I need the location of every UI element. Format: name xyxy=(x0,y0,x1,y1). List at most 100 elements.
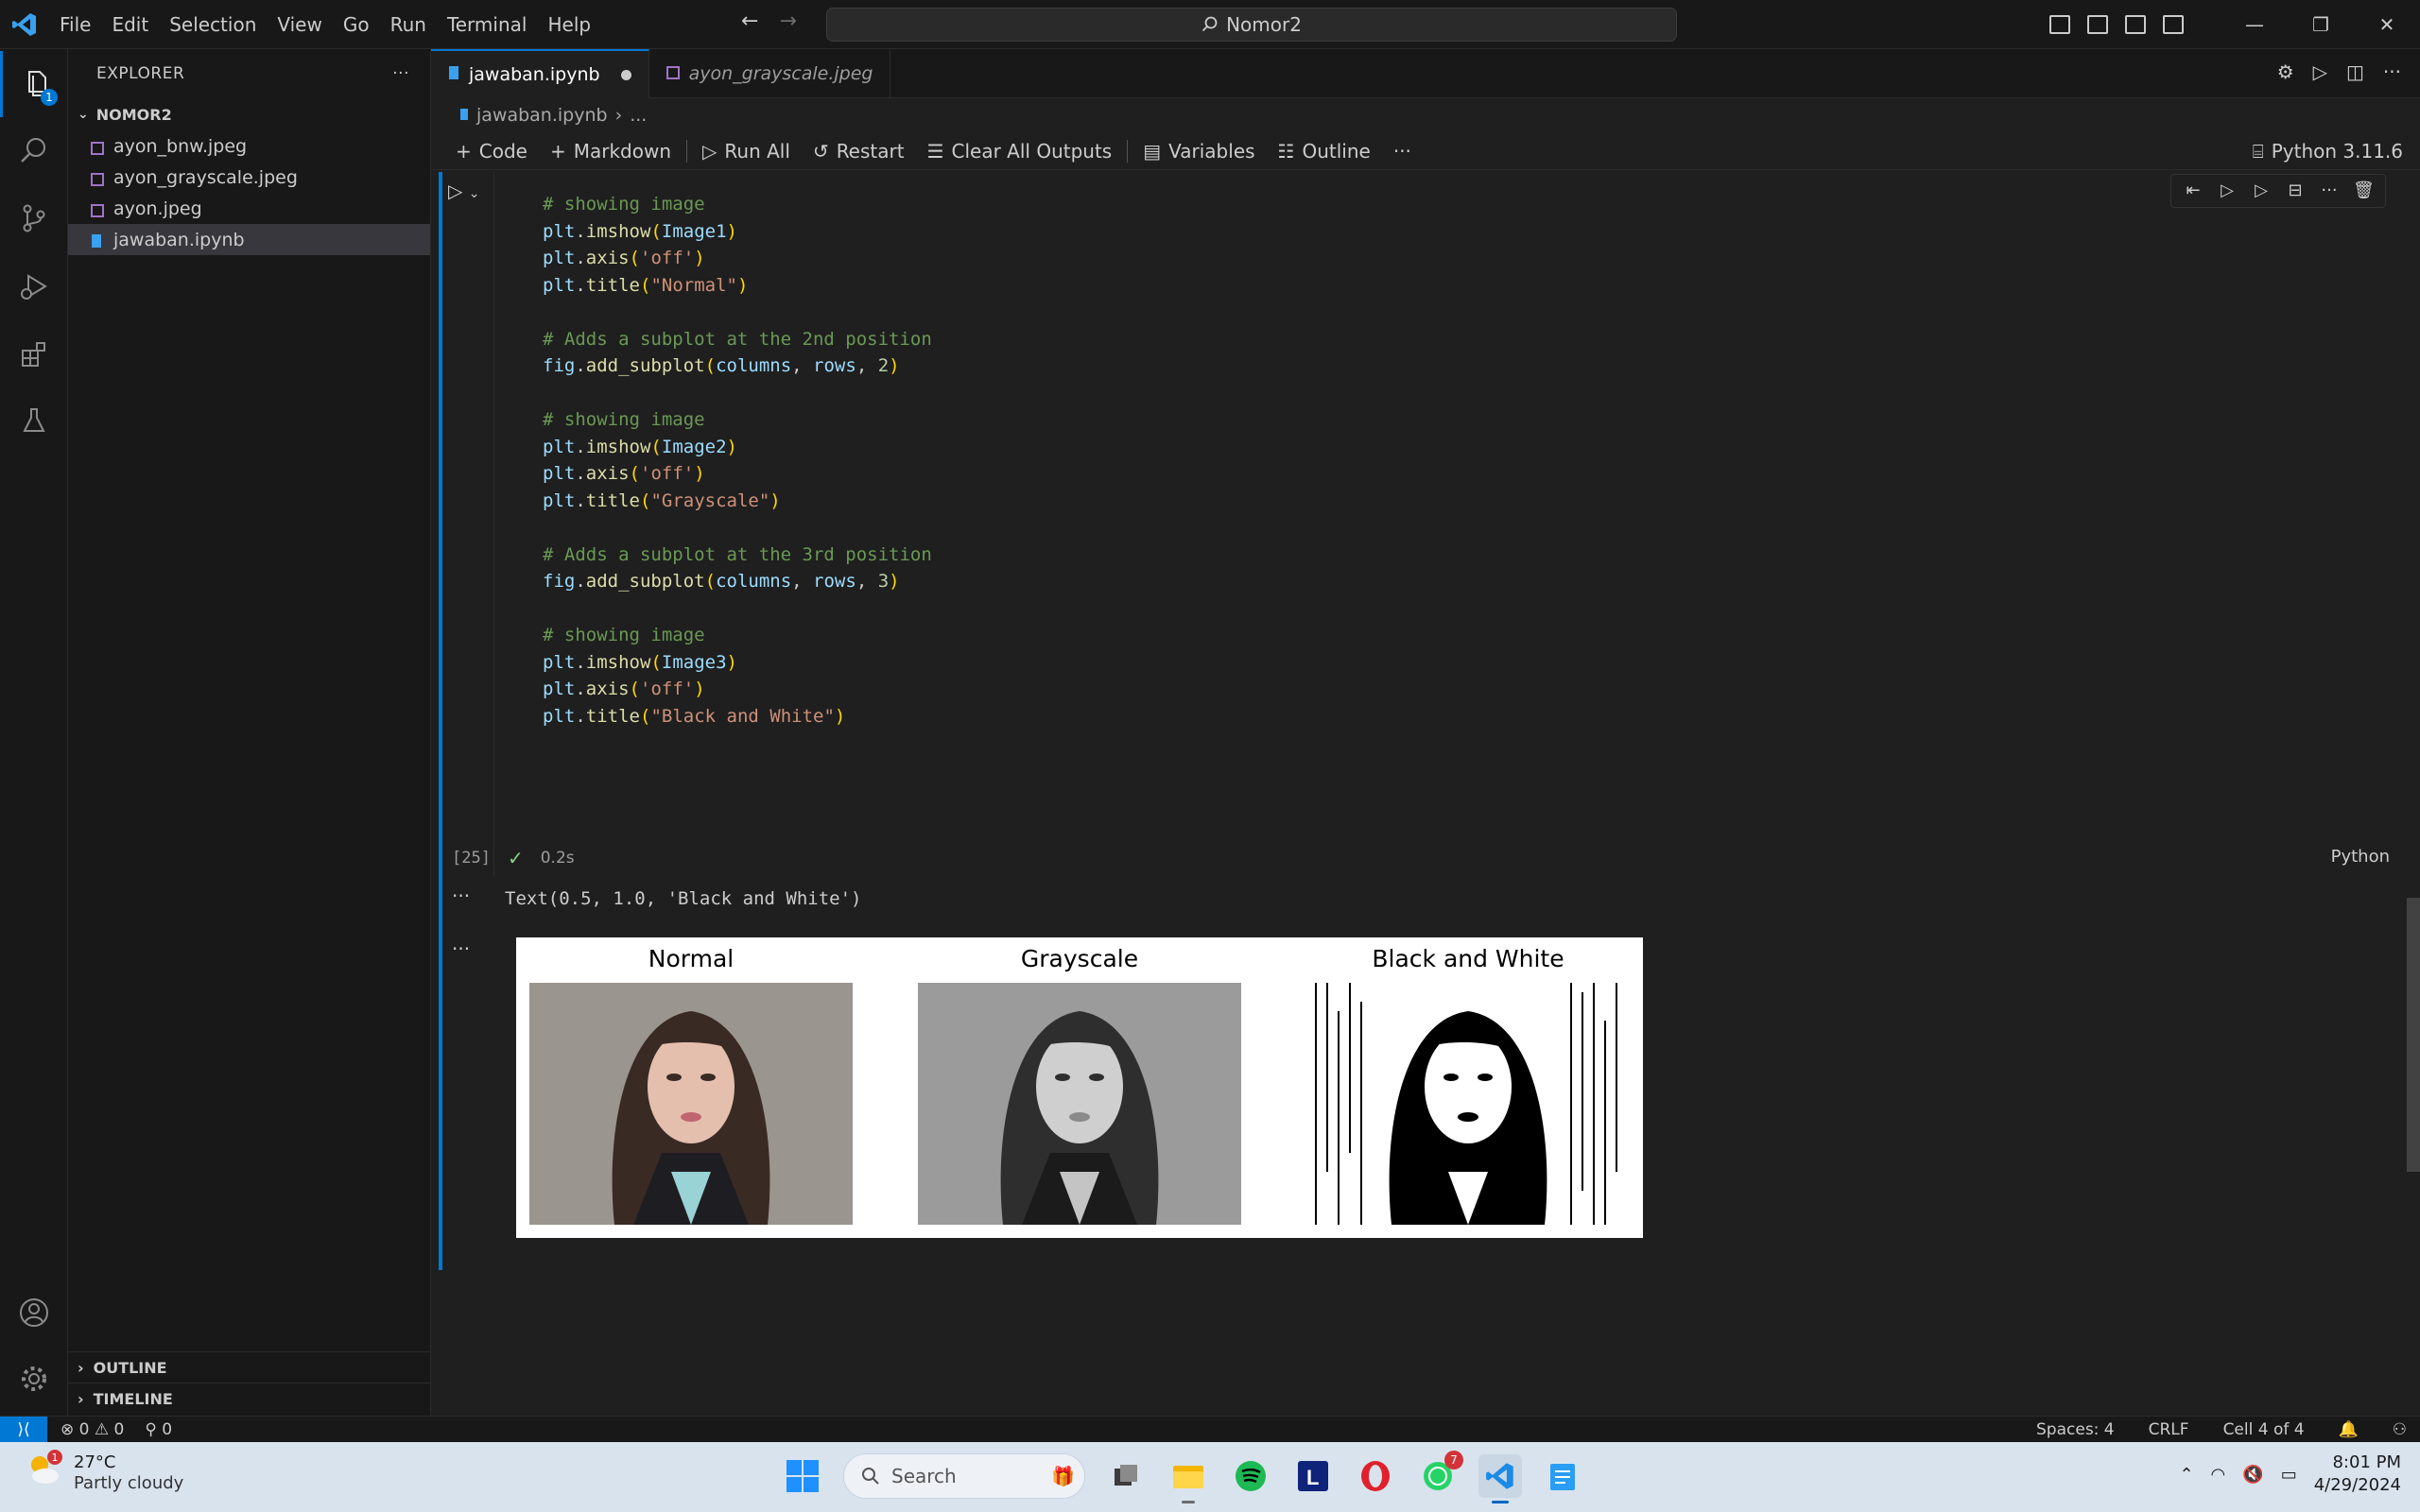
menu-file[interactable]: File xyxy=(49,13,101,36)
menu-help[interactable]: Help xyxy=(537,13,601,36)
whatsapp-icon[interactable]: 7 xyxy=(1416,1451,1463,1498)
add-markdown-button[interactable]: + Markdown xyxy=(539,140,683,163)
delete-cell-icon[interactable]: 🗑 xyxy=(2353,180,2375,201)
kernel-picker[interactable]: ⌸ Python 3.11.6 xyxy=(2253,140,2403,163)
customize-layout-icon[interactable] xyxy=(2163,15,2184,34)
restore-button[interactable]: ❐ xyxy=(2288,13,2354,36)
run-below-icon[interactable]: ▷ xyxy=(2217,180,2238,201)
split-cell-icon[interactable]: ⊟ xyxy=(2285,180,2306,201)
variables-button[interactable]: ▤ Variables xyxy=(1132,140,1266,163)
testing-flask-icon[interactable] xyxy=(0,387,68,454)
extensions-icon[interactable] xyxy=(0,321,68,387)
manage-gear-icon[interactable] xyxy=(0,1346,68,1412)
outline-button[interactable]: ☷ Outline xyxy=(1267,140,1382,163)
opera-icon[interactable] xyxy=(1354,1454,1397,1498)
output-actions-icon[interactable]: ··· xyxy=(452,937,470,960)
command-center[interactable]: Nomor2 xyxy=(826,8,1677,42)
indentation-status[interactable]: Spaces: 4 xyxy=(2036,1420,2115,1439)
wifi-icon[interactable]: ◠ xyxy=(2211,1465,2226,1485)
eol-status[interactable]: CRLF xyxy=(2149,1420,2189,1439)
menu-edit[interactable]: Edit xyxy=(101,13,159,36)
toggle-secondary-sidebar-icon[interactable] xyxy=(2125,15,2146,34)
menu-view[interactable]: View xyxy=(267,13,332,36)
file-item-ayon-grayscale[interactable]: ayon_grayscale.jpeg xyxy=(68,162,430,193)
toggle-panel-icon[interactable] xyxy=(2087,15,2108,34)
weather-widget[interactable]: 1 27°C Partly cloudy xyxy=(25,1450,184,1494)
unsaved-dot-icon[interactable] xyxy=(620,69,631,80)
gear-icon[interactable]: ⚙ xyxy=(2277,60,2294,83)
tab-ayon-grayscale[interactable]: ayon_grayscale.jpeg xyxy=(649,49,891,98)
source-control-icon[interactable] xyxy=(0,185,68,251)
timeline-section[interactable]: › TIMELINE xyxy=(68,1383,431,1414)
ports-indicator[interactable]: ⚲ 0 xyxy=(145,1420,172,1439)
breadcrumb-rest[interactable]: ... xyxy=(630,105,647,126)
output-actions-icon[interactable]: ··· xyxy=(452,885,470,907)
add-code-button[interactable]: + Code xyxy=(444,140,539,163)
file-item-ayon-bnw[interactable]: ayon_bnw.jpeg xyxy=(68,130,430,162)
menu-run[interactable]: Run xyxy=(380,13,437,36)
explorer-title: EXPLORER xyxy=(96,64,185,83)
split-editor-icon[interactable]: ◫ xyxy=(2346,60,2364,83)
status-bar: ⟩⟨ ⊗ 0 ⚠ 0 ⚲ 0 Spaces: 4 CRLF Cell 4 of … xyxy=(0,1416,2420,1443)
file-explorer-icon[interactable] xyxy=(1167,1454,1210,1503)
folder-nomor2[interactable]: ⌄ NOMOR2 xyxy=(68,98,430,130)
clock[interactable]: 8:01 PM 4/29/2024 xyxy=(2314,1452,2401,1497)
cell-position-status[interactable]: Cell 4 of 4 xyxy=(2223,1420,2305,1439)
cell-language[interactable]: Python xyxy=(2331,847,2390,867)
problems-indicator[interactable]: ⊗ 0 ⚠ 0 xyxy=(60,1420,124,1439)
notepad-icon[interactable] xyxy=(1541,1454,1584,1498)
command-center-label: Nomor2 xyxy=(1226,13,1302,36)
task-view-icon[interactable] xyxy=(1104,1454,1148,1498)
back-arrow-icon[interactable]: ← xyxy=(741,9,758,33)
restart-icon: ↺ xyxy=(812,139,829,163)
accounts-icon[interactable] xyxy=(0,1280,68,1346)
toggle-primary-sidebar-icon[interactable] xyxy=(2049,15,2070,34)
black-white-image xyxy=(1306,983,1630,1225)
l-app-icon[interactable]: L xyxy=(1291,1454,1335,1498)
file-item-jawaban[interactable]: jawaban.ipynb xyxy=(68,224,430,255)
chevron-right-icon: › xyxy=(78,1389,84,1408)
run-icon[interactable]: ▷ xyxy=(2313,60,2327,83)
windows-start-icon[interactable] xyxy=(781,1454,824,1498)
remote-indicator-icon[interactable]: ⟩⟨ xyxy=(0,1416,47,1443)
execute-cell-icon[interactable]: ▷ ⌄ xyxy=(448,180,479,202)
more-toolbar-icon[interactable]: ··· xyxy=(1382,140,1423,163)
menu-selection[interactable]: Selection xyxy=(159,13,267,36)
restart-button[interactable]: ↺ Restart xyxy=(802,140,916,163)
add-code-label: Code xyxy=(478,139,527,163)
run-debug-icon[interactable] xyxy=(0,253,68,319)
list-icon: ☷ xyxy=(1277,139,1295,163)
more-actions-icon[interactable]: ··· xyxy=(2319,180,2340,201)
menu-terminal[interactable]: Terminal xyxy=(437,13,538,36)
execute-next-icon[interactable]: ▷ xyxy=(2251,180,2272,201)
more-actions-icon[interactable]: ··· xyxy=(2383,60,2401,83)
weather-condition: Partly cloudy xyxy=(74,1472,184,1493)
menu-go[interactable]: Go xyxy=(333,13,380,36)
bell-icon[interactable]: 🔔 xyxy=(2339,1420,2359,1439)
file-item-ayon[interactable]: ayon.jpeg xyxy=(68,193,430,224)
battery-icon[interactable]: ▭ xyxy=(2281,1465,2297,1485)
vscode-taskbar-icon[interactable] xyxy=(1478,1454,1522,1503)
outline-section[interactable]: › OUTLINE xyxy=(68,1351,431,1383)
explorer-icon[interactable]: 1 xyxy=(0,51,68,117)
minimize-button[interactable]: — xyxy=(2221,13,2288,36)
forward-arrow-icon[interactable]: → xyxy=(779,9,796,33)
vertical-scrollbar[interactable] xyxy=(2407,898,2420,1172)
run-all-button[interactable]: ▷ Run All xyxy=(691,140,802,163)
tab-jawaban[interactable]: jawaban.ipynb xyxy=(431,49,649,98)
run-above-icon[interactable]: ⇤ xyxy=(2183,180,2204,201)
close-button[interactable]: ✕ xyxy=(2354,13,2420,36)
restart-label: Restart xyxy=(836,139,905,163)
spotify-icon[interactable] xyxy=(1229,1454,1272,1498)
clear-outputs-button[interactable]: ☰ Clear All Outputs xyxy=(916,140,1124,163)
copilot-icon[interactable]: ⚇ xyxy=(2393,1420,2407,1439)
search-view-icon[interactable] xyxy=(0,117,68,183)
taskbar-search[interactable]: Search 🎁 xyxy=(843,1453,1085,1499)
chevron-right-icon: › xyxy=(78,1358,84,1377)
volume-muted-icon[interactable]: 🔇 xyxy=(2242,1465,2263,1485)
more-actions-icon[interactable]: ··· xyxy=(392,64,409,83)
windows-taskbar: 1 27°C Partly cloudy Search 🎁 L 7 ⌃ ◠ 🔇 … xyxy=(0,1442,2420,1512)
chevron-up-icon[interactable]: ⌃ xyxy=(2179,1465,2193,1485)
image-file-icon xyxy=(666,63,680,84)
breadcrumb-file[interactable]: jawaban.ipynb xyxy=(476,105,608,126)
